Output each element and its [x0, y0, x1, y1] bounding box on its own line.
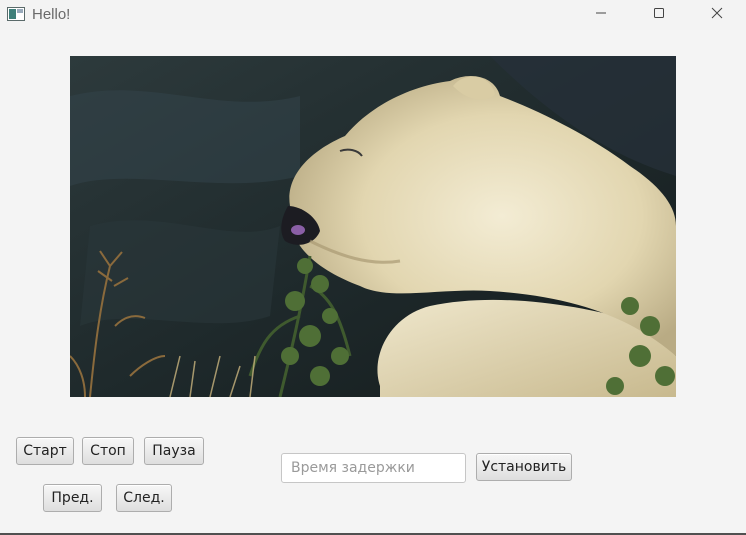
app-window: Hello! Старт Стоп Пауза Пред. След. Врем… [0, 0, 746, 535]
window-title: Hello! [32, 6, 71, 23]
maximize-icon [653, 6, 665, 24]
close-icon [711, 6, 723, 24]
delay-time-input[interactable] [281, 453, 466, 483]
minimize-button[interactable] [578, 0, 624, 30]
next-button[interactable]: След. [116, 484, 172, 512]
previous-button[interactable]: Пред. [43, 484, 102, 512]
maximize-button[interactable] [636, 0, 682, 30]
stop-button[interactable]: Стоп [82, 437, 134, 465]
slideshow-image [70, 56, 676, 397]
title-bar[interactable]: Hello! [0, 0, 746, 30]
close-button[interactable] [694, 0, 740, 30]
app-window-icon [7, 7, 25, 21]
set-delay-button[interactable]: Установить [476, 453, 572, 481]
minimize-icon [595, 6, 607, 24]
pause-button[interactable]: Пауза [144, 437, 204, 465]
polar-bear-photo [70, 56, 676, 397]
start-button[interactable]: Старт [16, 437, 74, 465]
